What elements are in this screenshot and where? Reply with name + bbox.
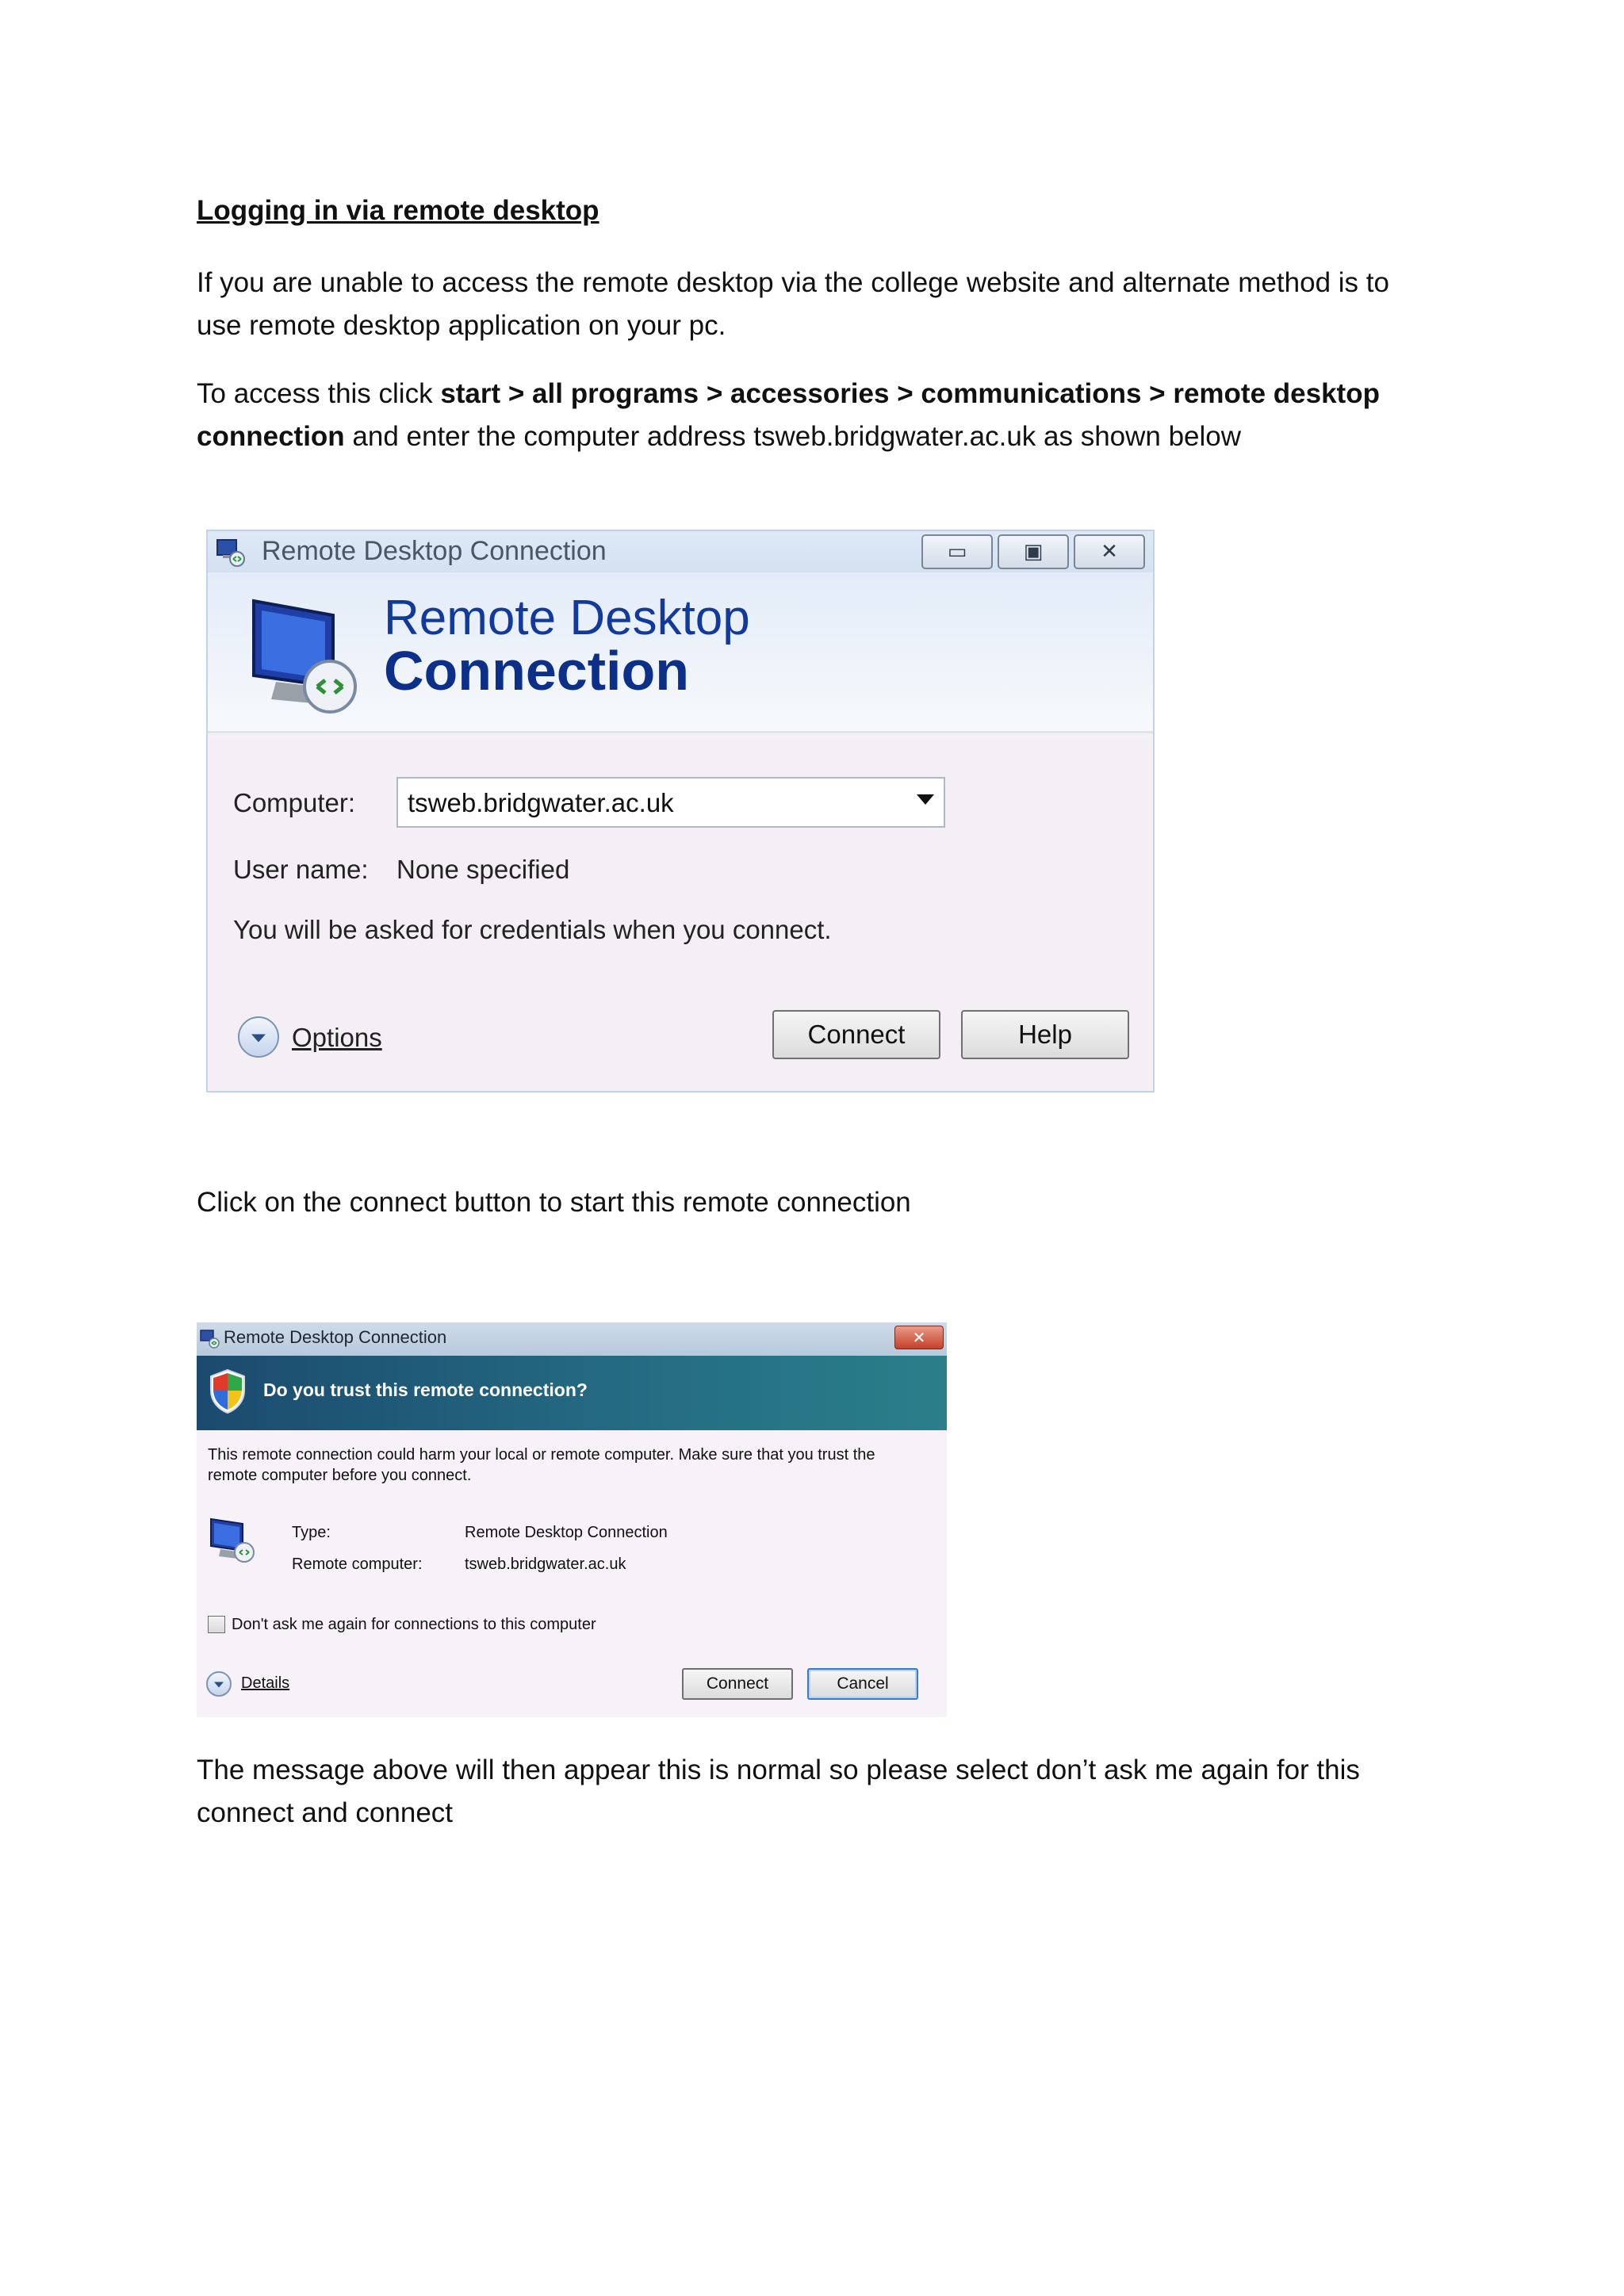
dropdown-arrow-icon[interactable] [917, 794, 934, 805]
options-toggle[interactable] [238, 1016, 279, 1058]
trust-question: Do you trust this remote connection? [263, 1380, 588, 1400]
intro-paragraph: If you are unable to access the remote d… [197, 267, 1389, 341]
maximize-button[interactable]: ▣ [998, 534, 1069, 569]
computer-combobox[interactable]: tsweb.bridgwater.ac.uk [396, 777, 945, 828]
instructions-lead: To access this click [197, 378, 441, 409]
instructions-tail: and enter the computer address tsweb.bri… [344, 421, 1242, 452]
dialog-titlebar[interactable]: Remote Desktop Connection ▭ ▣ ✕ [208, 531, 1153, 572]
trust-warning-message: This remote connection could harm your l… [208, 1446, 875, 1484]
computer-value[interactable]: tsweb.bridgwater.ac.uk [408, 788, 674, 818]
monitor-icon [210, 1517, 255, 1563]
chevron-down-icon [214, 1682, 224, 1688]
connect-button[interactable]: Connect [772, 1010, 940, 1059]
dont-ask-label[interactable]: Don't ask me again for connections to th… [232, 1616, 596, 1634]
menu-path-part2: connection [197, 421, 345, 452]
minimize-button[interactable]: ▭ [921, 534, 993, 569]
computer-label: Computer: [233, 788, 356, 817]
dialog-banner: Remote Desktop Connection [208, 572, 1153, 733]
dialog-title: Remote Desktop Connection [262, 536, 607, 566]
trust-titlebar[interactable]: Remote Desktop Connection ✕ [197, 1322, 947, 1356]
monitor-icon [252, 599, 357, 714]
trust-connect-button[interactable]: Connect [682, 1668, 793, 1700]
instructions-paragraph: To access this click start > all program… [197, 373, 1434, 458]
trust-cancel-button[interactable]: Cancel [807, 1668, 918, 1700]
trust-dialog-title: Remote Desktop Connection [224, 1327, 447, 1347]
credentials-note: You will be asked for credentials when y… [233, 915, 832, 944]
type-value: Remote Desktop Connection [465, 1524, 668, 1541]
remote-desktop-icon [216, 539, 245, 567]
chevron-down-icon [251, 1034, 266, 1043]
trust-connection-dialog: Remote Desktop Connection ✕ Do you trust… [197, 1322, 947, 1717]
remote-computer-label: Remote computer: [292, 1556, 423, 1573]
trust-header: Do you trust this remote connection? [197, 1356, 947, 1430]
connect-instruction: Click on the connect button to start thi… [197, 1187, 911, 1218]
page-heading: Logging in via remote desktop [197, 195, 599, 226]
maximize-icon: ▣ [1023, 540, 1044, 564]
dialog-body: Computer: tsweb.bridgwater.ac.uk User na… [208, 739, 1153, 1091]
minimize-icon: ▭ [947, 540, 967, 564]
username-value: None specified [396, 855, 570, 884]
close-button[interactable]: ✕ [1074, 534, 1145, 569]
details-label[interactable]: Details [241, 1674, 289, 1693]
remote-desktop-icon [200, 1330, 220, 1349]
details-toggle[interactable] [206, 1671, 232, 1697]
options-label[interactable]: Options [292, 1023, 382, 1053]
help-button[interactable]: Help [961, 1010, 1129, 1059]
closing-paragraph: The message above will then appear this … [197, 1755, 1360, 1828]
username-label: User name: [233, 855, 369, 884]
close-icon: ✕ [912, 1328, 926, 1347]
menu-path-part1: start > all programs > accessories > com… [440, 378, 1380, 409]
trust-close-button[interactable]: ✕ [894, 1326, 944, 1349]
remote-desktop-dialog: Remote Desktop Connection ▭ ▣ ✕ Remote D… [206, 530, 1155, 1093]
close-icon: ✕ [1101, 540, 1118, 564]
banner-title-line1: Remote Desktop [384, 591, 750, 645]
remote-computer-value: tsweb.bridgwater.ac.uk [465, 1556, 626, 1573]
banner-title-line2: Connection [384, 640, 689, 702]
type-label: Type: [292, 1524, 331, 1541]
shield-icon [210, 1368, 245, 1414]
dont-ask-checkbox[interactable] [208, 1616, 225, 1633]
